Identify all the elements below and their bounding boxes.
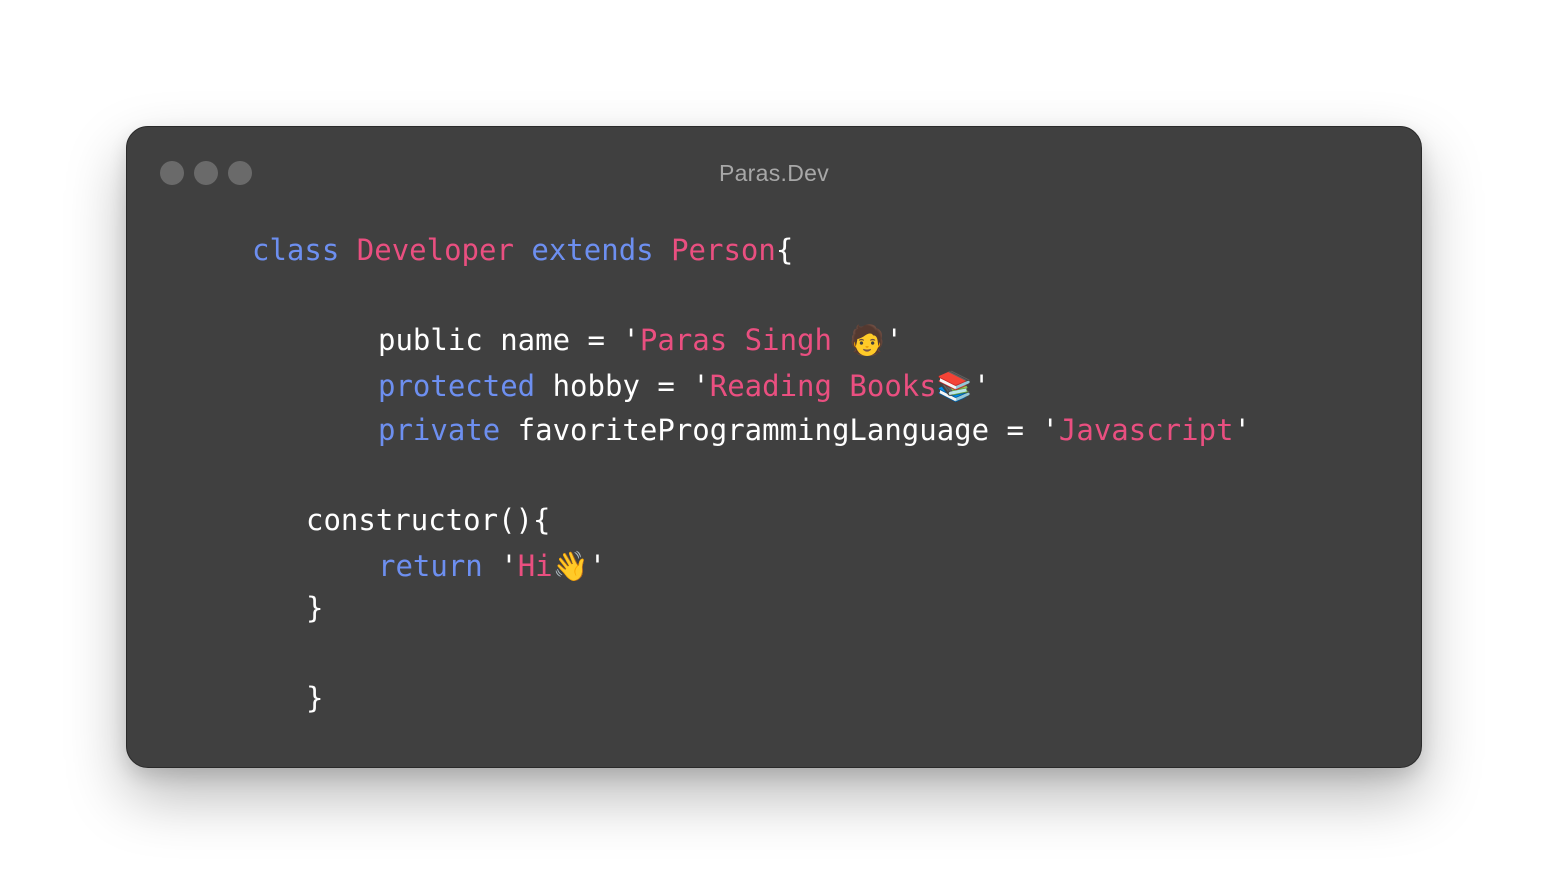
quote-close: ' — [885, 323, 903, 357]
string-name-value: Paras Singh 🧑 — [639, 323, 886, 357]
code-window: Paras.Dev class Developer extends Person… — [126, 126, 1422, 768]
hobby-declaration: hobby = ' — [535, 369, 710, 403]
code-line-constructor-close: } — [306, 588, 323, 628]
string-hobby-value: Reading Books📚 — [709, 369, 973, 403]
quote-close: ' — [588, 549, 607, 583]
keyword-private: private — [378, 413, 501, 447]
keyword-protected: protected — [378, 369, 536, 403]
code-line-private-language: private favoriteProgrammingLanguage = 'J… — [378, 410, 1251, 450]
code-line-constructor: constructor(){ — [306, 500, 550, 540]
quote-open: ' — [482, 549, 518, 583]
constructor-signature: constructor(){ — [306, 503, 551, 537]
code-line-public-name: public name = 'Paras Singh 🧑' — [378, 320, 903, 360]
open-brace: { — [775, 233, 794, 267]
quote-close: ' — [1233, 413, 1251, 447]
code-block: class Developer extends Person{ public n… — [127, 127, 1421, 767]
close-brace: } — [306, 681, 324, 715]
keyword-extends: extends — [531, 233, 654, 267]
code-line-protected-hobby: protected hobby = 'Reading Books📚' — [378, 366, 990, 406]
keyword-class: class — [252, 233, 340, 267]
parent-class-name: Person — [671, 233, 776, 267]
code-line-class-declaration: class Developer extends Person{ — [252, 230, 793, 270]
string-language-value: Javascript — [1058, 413, 1234, 447]
code-line-class-close: } — [306, 678, 323, 718]
class-name: Developer — [356, 233, 514, 267]
string-return-value: Hi👋 — [517, 549, 589, 583]
public-name-declaration: public name = ' — [378, 323, 640, 357]
close-brace: } — [306, 591, 324, 625]
language-declaration: favoriteProgrammingLanguage = ' — [500, 413, 1059, 447]
keyword-return: return — [378, 549, 483, 583]
code-line-return: return 'Hi👋' — [378, 546, 606, 586]
quote-close: ' — [972, 369, 991, 403]
